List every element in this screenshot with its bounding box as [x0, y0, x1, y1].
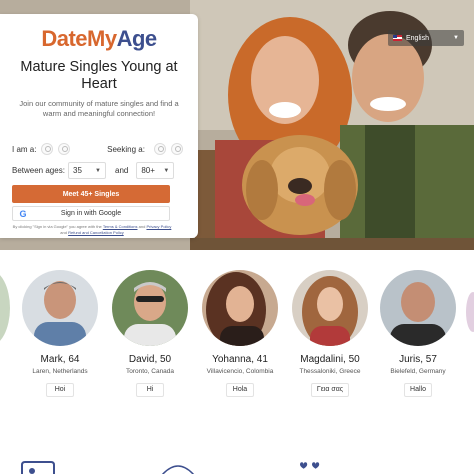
profile-location: Laren, Netherlands [32, 368, 88, 375]
chevron-down-icon: ▼ [95, 167, 101, 174]
partial-avatar [0, 270, 10, 346]
profile-carousel: Mark, 64 Laren, Netherlands Hoi David, 5… [0, 262, 474, 402]
google-icon: G [19, 209, 27, 219]
id-card-icon [21, 461, 55, 474]
language-selector[interactable]: English ▼ [388, 30, 464, 46]
chevron-down-icon: ▼ [453, 35, 459, 41]
avatar[interactable] [292, 270, 368, 346]
profile-location: Toronto, Canada [125, 368, 175, 375]
feature-icons-row [0, 455, 474, 474]
ages-label: Between ages: [12, 166, 65, 175]
subheading: Join our community of mature singles and… [19, 99, 179, 118]
verified-badge-icon [161, 465, 195, 474]
logo[interactable]: DateMyAge [12, 26, 186, 52]
profile-location: Villavicencio, Colombia [206, 368, 274, 375]
profile-name: Magdalini, 50 [300, 354, 360, 365]
avatar[interactable] [380, 270, 456, 346]
and-label: and [115, 166, 129, 175]
page-title: Mature Singles Young at Heart [20, 59, 178, 92]
greet-button[interactable]: Hola [226, 383, 254, 397]
terms-link[interactable]: Terms & Conditions [103, 224, 138, 229]
i-am-label: I am a: [12, 144, 37, 154]
profile-name: Juris, 57 [399, 354, 437, 365]
seeking-label: Seeking a: [107, 144, 145, 154]
profile-card[interactable]: Yohanna, 41 Villavicencio, Colombia Hola [196, 262, 284, 397]
profile-card[interactable]: Magdalini, 50 Thessaloniki, Greece Γεια … [286, 262, 374, 397]
google-signin-label: Sign in with Google [60, 210, 122, 217]
privacy-link[interactable]: Privacy Policy [146, 224, 171, 229]
google-signin-button[interactable]: G Sign in with Google [12, 206, 170, 221]
profile-card[interactable]: David, 50 Toronto, Canada Hi [106, 262, 194, 397]
seeking-male-icon[interactable] [154, 143, 167, 155]
age-min-value: 35 [73, 166, 82, 175]
legal-text: By clicking "Sign in via Google" you agr… [12, 224, 172, 235]
refund-link[interactable]: Refund and Cancellation Policy [68, 230, 124, 235]
avatar[interactable] [202, 270, 278, 346]
chevron-down-icon: ▼ [163, 167, 170, 174]
profile-location: Bielefeld, Germany [390, 368, 446, 375]
avatar[interactable] [22, 270, 98, 346]
hearts-icon [300, 462, 320, 469]
greet-button[interactable]: Γεια σας [310, 383, 350, 397]
greet-button[interactable]: Hallo [404, 383, 432, 397]
signup-card: DateMyAge Mature Singles Young at Heart … [0, 14, 198, 238]
logo-part2: Age [116, 26, 158, 51]
profile-name: Yohanna, 41 [212, 354, 268, 365]
hero-banner: English ▼ DateMyAge Mature Singles Young… [0, 0, 474, 250]
meet-singles-button[interactable]: Meet 45+ Singles [12, 185, 170, 203]
profile-card[interactable]: Juris, 57 Bielefeld, Germany Hallo [374, 262, 462, 397]
page: English ▼ DateMyAge Mature Singles Young… [0, 0, 474, 474]
age-max-select[interactable]: 80+ ▼ [136, 162, 175, 179]
seeking-female-icon[interactable] [171, 143, 183, 155]
gender-row: I am a: Seeking a: [12, 143, 188, 155]
i-am-female-icon[interactable] [58, 143, 71, 155]
us-flag-icon [393, 35, 402, 41]
language-label: English [406, 34, 429, 42]
profile-card[interactable]: Mark, 64 Laren, Netherlands Hoi [16, 262, 104, 397]
logo-part1: DateMy [41, 26, 117, 51]
greet-button[interactable]: Hoi [46, 383, 74, 397]
ages-row: Between ages: 35 ▼ and 80+ ▼ [12, 162, 188, 179]
profile-name: Mark, 64 [40, 354, 80, 365]
avatar[interactable] [112, 270, 188, 346]
greet-button[interactable]: Hi [136, 383, 164, 397]
age-max-value: 80+ [141, 166, 155, 175]
i-am-male-icon[interactable] [41, 143, 54, 155]
profile-name: David, 50 [128, 354, 172, 365]
age-min-select[interactable]: 35 ▼ [68, 162, 106, 179]
partial-avatar [466, 292, 474, 332]
profile-location: Thessaloniki, Greece [299, 368, 361, 375]
